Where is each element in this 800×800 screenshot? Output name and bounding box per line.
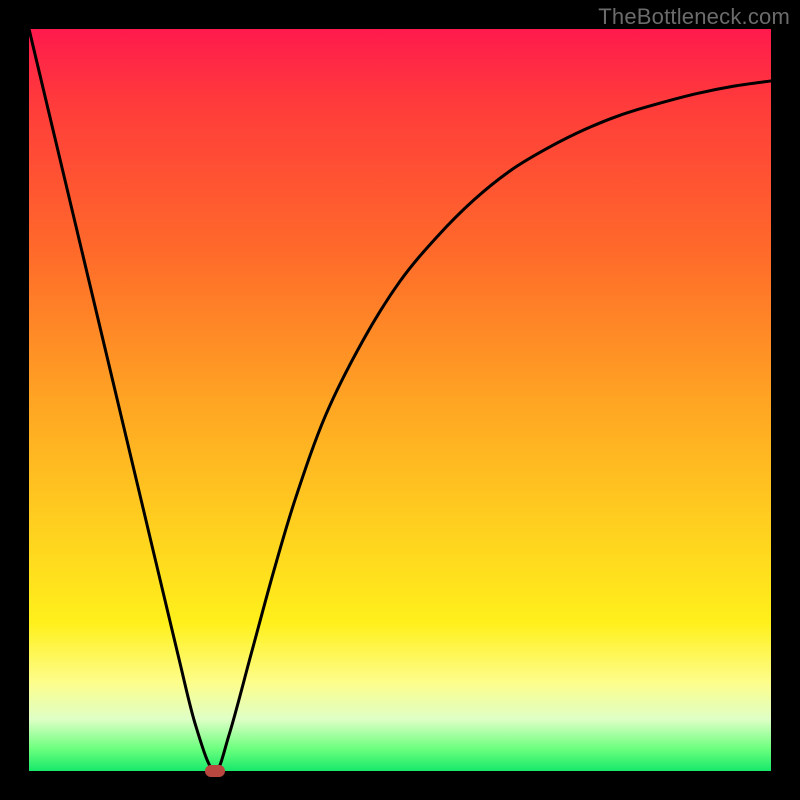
bottleneck-curve — [29, 29, 771, 771]
plot-area — [29, 29, 771, 771]
watermark-text: TheBottleneck.com — [598, 4, 790, 30]
minimum-marker — [205, 765, 225, 777]
chart-frame: TheBottleneck.com — [0, 0, 800, 800]
